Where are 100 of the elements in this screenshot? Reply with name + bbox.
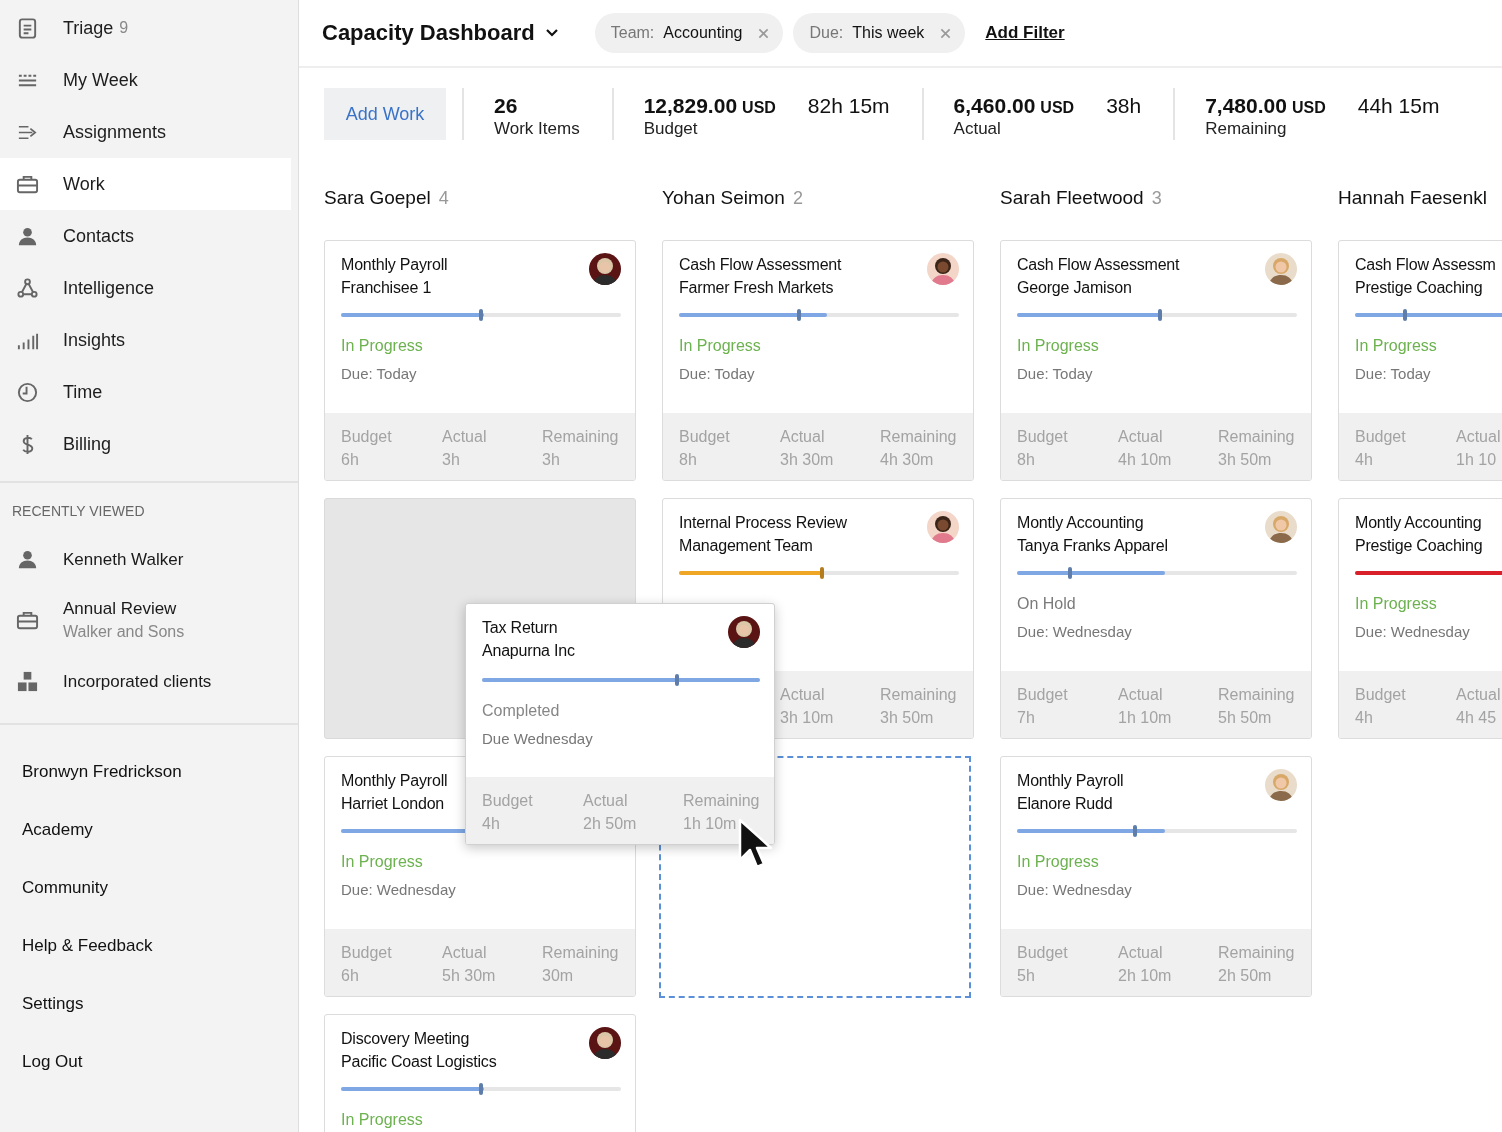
metric-value: 3h: [542, 450, 561, 470]
recent-item[interactable]: Kenneth Walker: [0, 531, 298, 587]
metric-value: 4h: [1355, 708, 1374, 728]
metric-value: 1h 10: [1456, 450, 1498, 470]
status-label: In Progress: [341, 1111, 423, 1128]
close-icon[interactable]: [758, 27, 770, 39]
metric-value: 8h: [1017, 450, 1036, 470]
stat-hours: 82h 15m: [807, 94, 890, 118]
recent-item[interactable]: Annual Review Walker and Sons: [0, 591, 298, 649]
chevron-down-icon[interactable]: [544, 28, 559, 38]
nav-item[interactable]: Assignments: [0, 106, 291, 158]
metric-value: 3h 50m: [880, 708, 935, 728]
due-label: Due: Wednesday: [341, 881, 456, 898]
stat-label: Actual: [953, 119, 1002, 139]
metric-label: Budget: [1017, 427, 1069, 447]
sidebar-link[interactable]: Bronwyn Fredrickson: [0, 743, 298, 801]
metric-label: Actual: [1118, 943, 1164, 963]
recent-item[interactable]: Incorporated clients: [0, 653, 298, 709]
metric-label: Remaining: [1218, 685, 1296, 705]
metric-value: 2h 50m: [583, 814, 638, 834]
metric-value: 4h 30m: [880, 450, 935, 470]
work-card[interactable]: Discovery Meeting Pacific Coast Logistics In Progress: [324, 1014, 636, 1132]
work-card[interactable]: Montly Accounting Tanya Franks Apparel On Hold Due: Wednesday Budget 7h Actual 1h 10m Remaining 5h 50m: [1000, 498, 1312, 739]
section-heading: RECENTLY VIEWED: [11, 502, 146, 521]
count-label: 2: [792, 188, 803, 209]
metric-value: 4h: [482, 814, 501, 834]
count-label: 9: [119, 19, 129, 37]
metric-value: 1h 10m: [1118, 708, 1173, 728]
sidebar-link[interactable]: Log Out: [0, 1033, 298, 1091]
nav-item[interactable]: My Week: [0, 54, 291, 106]
nav-item[interactable]: Triage 9: [0, 2, 291, 54]
card-title: Cash Flow Assessment: [679, 255, 842, 275]
due-label: Due: Today: [679, 365, 755, 382]
due-label: Due: Wednesday: [1017, 881, 1132, 898]
stat-hours: 44h 15m: [1357, 94, 1440, 118]
due-label: Due Wednesday: [482, 730, 593, 747]
work-card[interactable]: Monthly Payroll Franchisee 1 In Progress Due: Today Budget 6h Actual 3h Remaining 3h: [324, 240, 636, 481]
status-label: On Hold: [1017, 595, 1076, 612]
work-card[interactable]: Cash Flow Assessment George Jamison In Progress Due: Today Budget 8h Actual 4h 10m Remaining 3h 50m: [1000, 240, 1312, 481]
sidebar-link[interactable]: Settings: [0, 975, 298, 1033]
sidebar-link[interactable]: Help & Feedback: [0, 917, 298, 975]
nav-item[interactable]: Billing: [0, 418, 291, 470]
sidebar-link[interactable]: Academy: [0, 801, 298, 859]
nav-item[interactable]: Intelligence: [0, 262, 291, 314]
stat-label: Budget: [643, 119, 699, 139]
metric-label: Budget: [1355, 427, 1407, 447]
column-title: Hannah Faesenkl: [1338, 187, 1487, 209]
metric-value: 3h 30m: [780, 450, 835, 470]
status-label: In Progress: [1017, 337, 1099, 354]
metric-label: Remaining: [683, 791, 761, 811]
sidebar-link[interactable]: Community: [0, 859, 298, 917]
metric-value: 5h 50m: [1218, 708, 1273, 728]
status-label: In Progress: [1355, 595, 1437, 612]
nav-item[interactable]: Contacts: [0, 210, 291, 262]
metric-value: 6h: [341, 966, 360, 986]
work-card[interactable]: Montly Accounting Prestige Coaching In Progress Due: Wednesday Budget 4h Actual 4h 45: [1338, 498, 1502, 739]
column-title: Sarah Fleetwood: [1000, 187, 1144, 209]
metric-label: Remaining: [880, 427, 958, 447]
metric-label: Budget: [679, 427, 731, 447]
metric-label: Remaining: [880, 685, 958, 705]
client-name: Management Team: [679, 536, 814, 556]
work-card[interactable]: Monthly Payroll Elanore Rudd In Progress Due: Wednesday Budget 5h Actual 2h 10m Remaining 2h 50m: [1000, 756, 1312, 997]
filter-chip[interactable]: Team: Accounting: [594, 13, 784, 53]
stat-label: Remaining: [1205, 119, 1288, 139]
metric-value: 4h: [1355, 450, 1374, 470]
metric-label: Budget: [1017, 685, 1069, 705]
metric-value: 2h 50m: [1218, 966, 1273, 986]
stat-value: 7,480.00 USD: [1205, 94, 1326, 118]
stat-label: Work Items: [494, 119, 580, 139]
filter-chip[interactable]: Due: This week: [793, 13, 966, 53]
work-card[interactable]: Cash Flow Assessm Prestige Coaching In Progress Due: Today Budget 4h Actual 1h 10: [1338, 240, 1502, 481]
metric-label: Budget: [1017, 943, 1069, 963]
card-title: Discovery Meeting: [341, 1029, 471, 1049]
client-name: Anapurna Inc: [482, 641, 575, 661]
work-card[interactable]: Cash Flow Assessment Farmer Fresh Markets In Progress Due: Today Budget 8h Actual 3h 30m Remaining 4h 30m: [662, 240, 974, 481]
add-filter-link[interactable]: Add Filter: [985, 23, 1065, 43]
metric-label: Actual: [780, 685, 826, 705]
status-label: Completed: [482, 702, 560, 719]
nav-item[interactable]: Insights: [0, 314, 291, 366]
metric-value: 5h: [1017, 966, 1036, 986]
metric-label: Remaining: [542, 943, 620, 963]
metric-value: 3h 10m: [780, 708, 835, 728]
card-title: Cash Flow Assessment: [1017, 255, 1180, 275]
dashboard-title[interactable]: Capacity Dashboard: [322, 20, 535, 46]
status-label: In Progress: [1017, 853, 1099, 870]
due-label: Due: Wednesday: [1355, 623, 1470, 640]
add-work-button[interactable]: Add Work: [324, 88, 446, 140]
client-name: George Jamison: [1017, 278, 1133, 298]
metric-label: Budget: [482, 791, 534, 811]
document-icon: [16, 16, 39, 40]
client-name: Tanya Franks Apparel: [1017, 536, 1168, 556]
nav-item[interactable]: Time: [0, 366, 291, 418]
stat-hours: 38h: [1106, 94, 1142, 118]
nav-item[interactable]: Work: [0, 158, 291, 210]
client-name: Elanore Rudd: [1017, 794, 1114, 814]
metric-label: Budget: [341, 943, 393, 963]
metric-label: Actual: [1118, 427, 1164, 447]
close-icon[interactable]: [940, 27, 952, 39]
metric-label: Budget: [341, 427, 393, 447]
dragged-card-overlay[interactable]: Tax Return Anapurna Inc Completed Due Wednesday Budget 4h Actual 2h 50m Remaining 1h 10m: [465, 603, 775, 845]
